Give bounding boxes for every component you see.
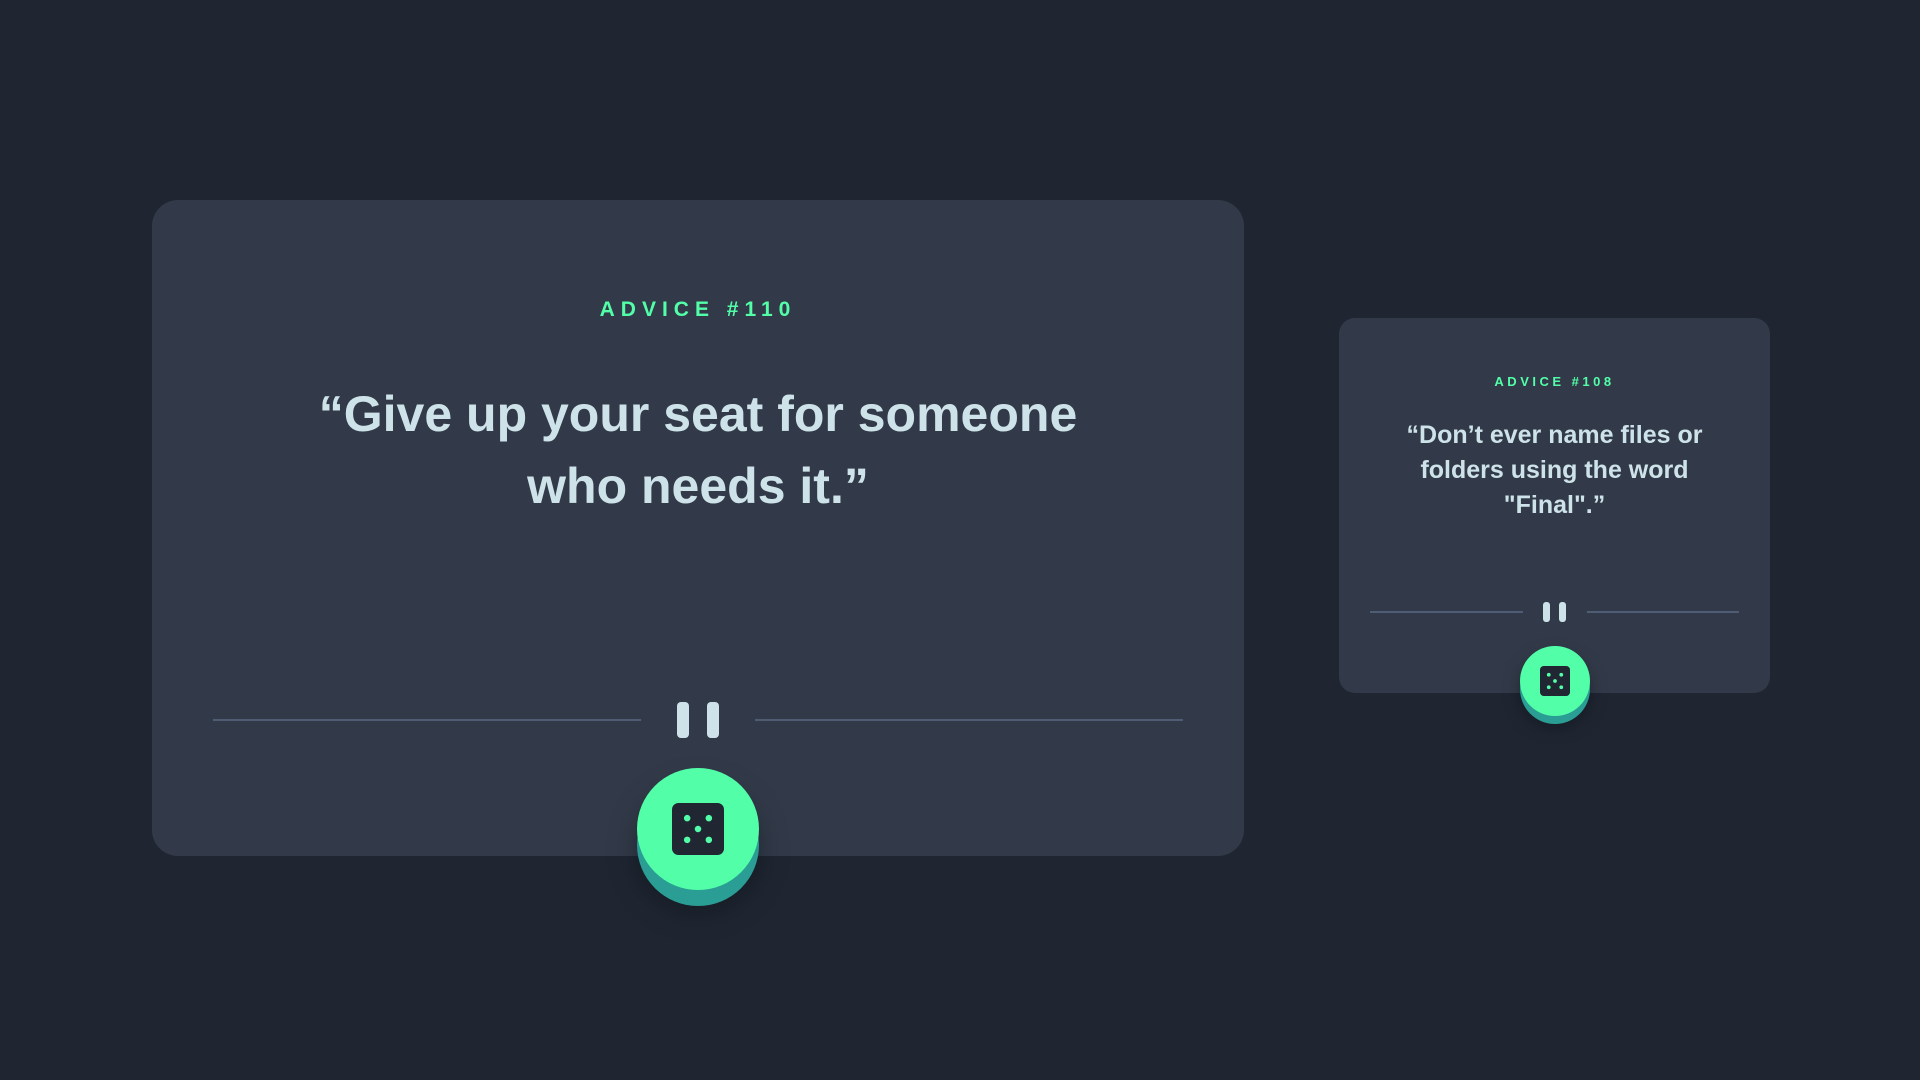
divider-line-left [1370, 611, 1523, 613]
advice-card-mobile: ADVICE #108 “Don’t ever name files or fo… [1339, 318, 1770, 716]
advice-generator-stage: ADVICE #110 “Give up your seat for someo… [0, 0, 1920, 1080]
advice-card-desktop: ADVICE #110 “Give up your seat for someo… [152, 200, 1244, 890]
advice-label: ADVICE #110 [599, 298, 797, 321]
divider-line-right [755, 719, 1183, 721]
divider [1370, 600, 1739, 624]
dice-icon [1540, 666, 1570, 696]
advice-quote: “Don’t ever name files or folders using … [1406, 421, 1703, 519]
divider-line-right [1586, 611, 1739, 613]
generate-advice-button[interactable] [637, 768, 759, 890]
pause-icon [1523, 602, 1587, 622]
pause-icon [641, 702, 755, 738]
advice-label: ADVICE #108 [1494, 374, 1615, 389]
divider [213, 700, 1183, 740]
generate-advice-button[interactable] [1520, 646, 1590, 716]
divider-line-left [213, 719, 641, 721]
dice-icon [672, 803, 724, 855]
advice-quote: “Give up your seat for someone who needs… [318, 386, 1078, 514]
